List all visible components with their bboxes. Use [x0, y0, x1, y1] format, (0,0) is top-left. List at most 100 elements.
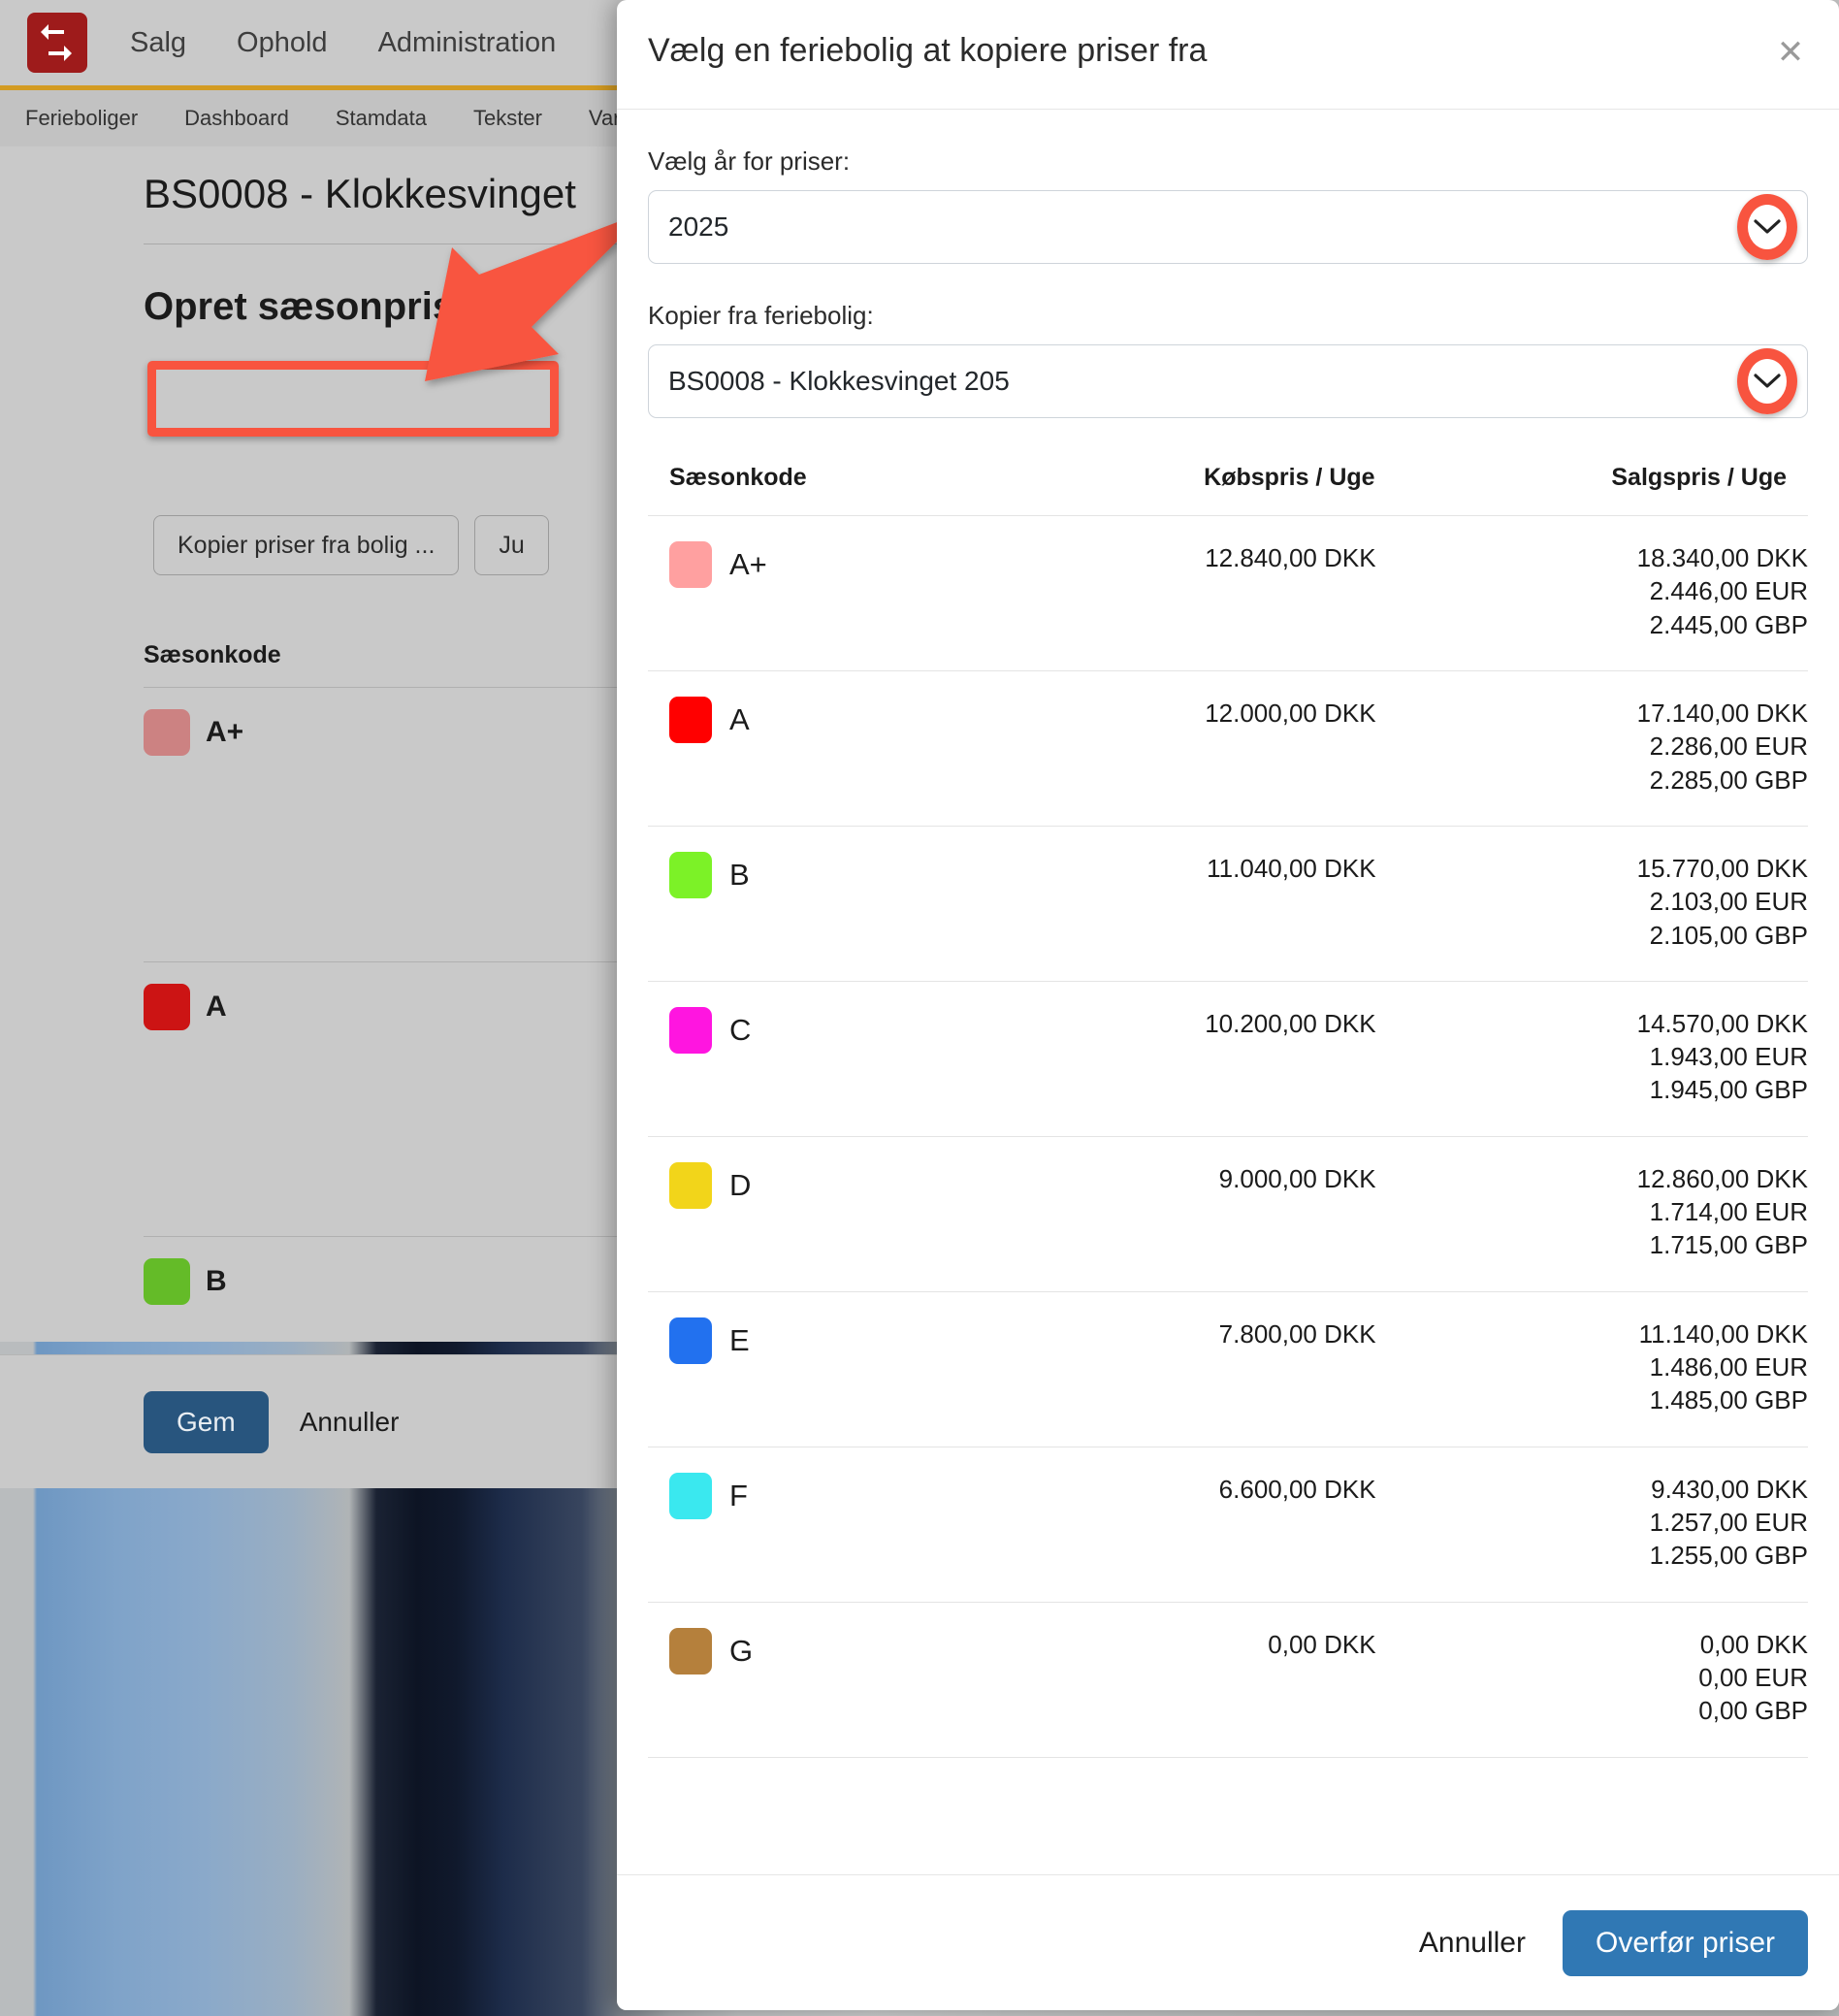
- sale-price-eur: 1.486,00 EUR: [1649, 1352, 1808, 1382]
- top-nav-item-administration[interactable]: Administration: [378, 27, 557, 59]
- column-header-saesonkode: Sæsonkode: [669, 464, 807, 491]
- table-row[interactable]: F 6.600,00 DKK 9.430,00 DKK 1.257,00 EUR…: [648, 1446, 1808, 1603]
- sale-price-gbp: 2.285,00 GBP: [1649, 764, 1808, 795]
- sub-nav-item-varer[interactable]: Var: [589, 106, 621, 131]
- save-button[interactable]: Gem: [144, 1390, 269, 1453]
- sale-price-dkk: 15.770,00 DKK: [1636, 853, 1808, 883]
- sale-price-eur: 1.943,00 EUR: [1649, 1042, 1808, 1072]
- sale-price-dkk: 14.570,00 DKK: [1636, 1008, 1808, 1038]
- season-code-label: B: [729, 857, 750, 892]
- purchase-price: 6.600,00 DKK: [997, 1446, 1376, 1603]
- season-code-label: A+: [206, 716, 244, 748]
- modal-body: Vælg år for priser: 2025 Kopier fra feri…: [617, 146, 1839, 1758]
- sale-price-eur: 2.286,00 EUR: [1649, 732, 1808, 762]
- sale-price-dkk: 12.860,00 DKK: [1636, 1163, 1808, 1193]
- sale-price-cell: 15.770,00 DKK 2.103,00 EUR 2.105,00 GBP: [1375, 825, 1808, 982]
- season-code-label: E: [729, 1322, 750, 1357]
- season-color-swatch: [144, 709, 190, 756]
- sale-price-gbp: 1.945,00 GBP: [1649, 1075, 1808, 1105]
- sale-price-cell: 14.570,00 DKK 1.943,00 EUR 1.945,00 GBP: [1375, 980, 1808, 1137]
- purchase-price: 7.800,00 DKK: [997, 1290, 1376, 1447]
- year-select[interactable]: 2025: [648, 190, 1808, 264]
- sale-price-cell: 17.140,00 DKK 2.286,00 EUR 2.285,00 GBP: [1375, 669, 1808, 827]
- sale-price-cell: 9.430,00 DKK 1.257,00 EUR 1.255,00 GBP: [1375, 1446, 1808, 1603]
- copy-prices-modal: Vælg en feriebolig at kopiere priser fra…: [617, 0, 1839, 2010]
- table-row[interactable]: E 7.800,00 DKK 11.140,00 DKK 1.486,00 EU…: [648, 1290, 1808, 1447]
- cancel-button[interactable]: Annuller: [278, 1391, 421, 1453]
- table-row[interactable]: C 10.200,00 DKK 14.570,00 DKK 1.943,00 E…: [648, 980, 1808, 1137]
- column-header-koebspris: Købspris / Uge: [1204, 464, 1375, 491]
- property-field-label: Kopier fra feriebolig:: [648, 301, 874, 330]
- season-color-swatch: [669, 1161, 712, 1209]
- sub-nav-item-ferieboliger[interactable]: Ferieboliger: [25, 106, 138, 131]
- sale-price-gbp: 1.255,00 GBP: [1649, 1541, 1808, 1571]
- sale-price-dkk: 0,00 DKK: [1699, 1629, 1808, 1659]
- action-button-row: Kopier priser fra bolig ... Ju: [153, 515, 549, 575]
- season-code-label: D: [729, 1167, 752, 1202]
- purchase-price: 10.200,00 DKK: [997, 980, 1376, 1137]
- sale-price-dkk: 11.140,00 DKK: [1638, 1318, 1808, 1349]
- adjust-button[interactable]: Ju: [474, 515, 549, 575]
- sale-price-cell: 12.860,00 DKK 1.714,00 EUR 1.715,00 GBP: [1375, 1135, 1808, 1292]
- sale-price-cell: 18.340,00 DKK 2.446,00 EUR 2.445,00 GBP: [1375, 515, 1808, 671]
- sale-price-dkk: 9.430,00 DKK: [1651, 1474, 1808, 1504]
- season-code-label: A: [206, 991, 227, 1023]
- season-color-swatch: [144, 1258, 190, 1305]
- top-nav-item-salg[interactable]: Salg: [130, 27, 186, 59]
- sale-price-eur: 2.103,00 EUR: [1649, 887, 1808, 917]
- table-row[interactable]: D 9.000,00 DKK 12.860,00 DKK 1.714,00 EU…: [648, 1135, 1808, 1292]
- year-field-label: Vælg år for priser:: [648, 146, 851, 176]
- season-color-swatch: [669, 1472, 712, 1519]
- table-row[interactable]: A+ 12.840,00 DKK 18.340,00 DKK 2.446,00 …: [648, 515, 1808, 671]
- season-color-swatch: [669, 851, 712, 898]
- season-code-label: F: [729, 1478, 748, 1512]
- sale-price-gbp: 1.715,00 GBP: [1649, 1230, 1808, 1260]
- sub-nav-item-stamdata[interactable]: Stamdata: [336, 106, 427, 131]
- purchase-price: 12.000,00 DKK: [997, 669, 1376, 827]
- season-color-swatch: [669, 696, 712, 743]
- close-icon[interactable]: ✕: [1771, 33, 1810, 72]
- property-select-value: BS0008 - Klokkesvinget 205: [668, 366, 1010, 396]
- chevron-down-icon: [1753, 218, 1782, 236]
- sale-price-gbp: 2.445,00 GBP: [1649, 609, 1808, 639]
- transfer-prices-button[interactable]: Overfør priser: [1562, 1909, 1808, 1976]
- purchase-price: 0,00 DKK: [997, 1601, 1376, 1758]
- year-select-value: 2025: [668, 211, 729, 242]
- sale-price-eur: 1.257,00 EUR: [1649, 1507, 1808, 1537]
- annotation-arrow-icon: [425, 211, 648, 381]
- season-code-label: C: [729, 1012, 752, 1047]
- modal-title: Vælg en feriebolig at kopiere priser fra: [648, 32, 1208, 69]
- modal-cancel-button[interactable]: Annuller: [1409, 1913, 1535, 1973]
- chevron-down-icon: [1753, 373, 1782, 390]
- sale-price-cell: 0,00 DKK 0,00 EUR 0,00 GBP: [1375, 1601, 1808, 1758]
- sub-nav-item-dashboard[interactable]: Dashboard: [184, 106, 289, 131]
- purchase-price: 9.000,00 DKK: [997, 1135, 1376, 1292]
- table-row[interactable]: G 0,00 DKK 0,00 DKK 0,00 EUR 0,00 GBP: [648, 1601, 1808, 1758]
- sale-price-dkk: 18.340,00 DKK: [1636, 543, 1808, 572]
- price-table-header-row: Sæsonkode Købspris / Uge Salgspris / Uge: [648, 461, 1808, 516]
- season-code-label: G: [729, 1633, 754, 1668]
- season-code-label: B: [206, 1265, 227, 1297]
- purchase-price: 11.040,00 DKK: [997, 825, 1376, 982]
- column-header-salgspris: Salgspris / Uge: [1611, 464, 1787, 491]
- season-color-swatch: [669, 541, 712, 588]
- season-color-swatch: [144, 984, 190, 1030]
- sale-price-cell: 11.140,00 DKK 1.486,00 EUR 1.485,00 GBP: [1375, 1290, 1808, 1447]
- top-nav: Salg Ophold Administration: [130, 27, 556, 59]
- top-nav-item-ophold[interactable]: Ophold: [237, 27, 328, 59]
- season-code-label: A+: [729, 547, 767, 581]
- copy-prices-from-property-button[interactable]: Kopier priser fra bolig ...: [153, 515, 460, 575]
- season-code-label: A: [729, 701, 750, 736]
- modal-header: Vælg en feriebolig at kopiere priser fra…: [617, 0, 1839, 110]
- sale-price-eur: 1.714,00 EUR: [1649, 1197, 1808, 1227]
- purchase-price: 12.840,00 DKK: [997, 515, 1376, 671]
- sub-nav-item-tekster[interactable]: Tekster: [473, 106, 542, 131]
- arrows-logo-icon[interactable]: [27, 13, 87, 73]
- season-color-swatch: [669, 1006, 712, 1054]
- table-row[interactable]: B 11.040,00 DKK 15.770,00 DKK 2.103,00 E…: [648, 825, 1808, 982]
- sale-price-eur: 0,00 EUR: [1698, 1662, 1808, 1692]
- table-row[interactable]: A 12.000,00 DKK 17.140,00 DKK 2.286,00 E…: [648, 669, 1808, 827]
- property-select[interactable]: BS0008 - Klokkesvinget 205: [648, 344, 1808, 418]
- price-table: Sæsonkode Købspris / Uge Salgspris / Uge…: [648, 461, 1808, 1758]
- season-color-swatch: [669, 1627, 712, 1675]
